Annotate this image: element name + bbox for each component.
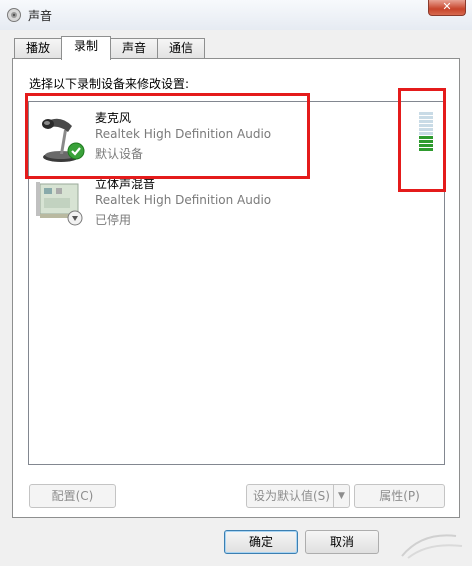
chevron-down-icon[interactable]: ▼ [333,485,349,507]
tab-playback[interactable]: 播放 [14,38,62,58]
tab-recording[interactable]: 录制 [61,36,111,60]
ok-button[interactable]: 确定 [224,530,298,554]
tab-communications[interactable]: 通信 [157,38,205,58]
window-title: 声音 [28,9,53,23]
device-description: Realtek High Definition Audio [95,193,272,207]
highlight-box-meter [398,88,446,192]
configure-button[interactable]: 配置(C) [29,484,116,508]
title-bar: 声音 ✕ [0,0,472,30]
disabled-down-arrow-icon [67,210,83,226]
speaker-app-icon [7,8,21,22]
recording-panel: 选择以下录制设备来修改设置: 麦克风 Realtek High Definiti… [12,58,460,518]
properties-button[interactable]: 属性(P) [354,484,445,508]
device-status: 已停用 [95,213,132,227]
instruction-text: 选择以下录制设备来修改设置: [29,77,190,91]
tab-sounds[interactable]: 声音 [110,38,158,58]
set-default-label: 设为默认值(S) [253,489,330,503]
cancel-button[interactable]: 取消 [305,530,379,554]
highlight-box-device [25,93,310,179]
recording-device-list[interactable]: 麦克风 Realtek High Definition Audio 默认设备 立… [25,88,446,465]
close-button[interactable]: ✕ [428,0,466,16]
set-default-button[interactable]: 设为默认值(S) ▼ [246,484,350,508]
sound-dialog: 声音 ✕ 播放 录制 声音 通信 选择以下录制设备来修改设置: 麦克风 Real… [0,0,472,566]
watermark-logo [401,534,463,559]
